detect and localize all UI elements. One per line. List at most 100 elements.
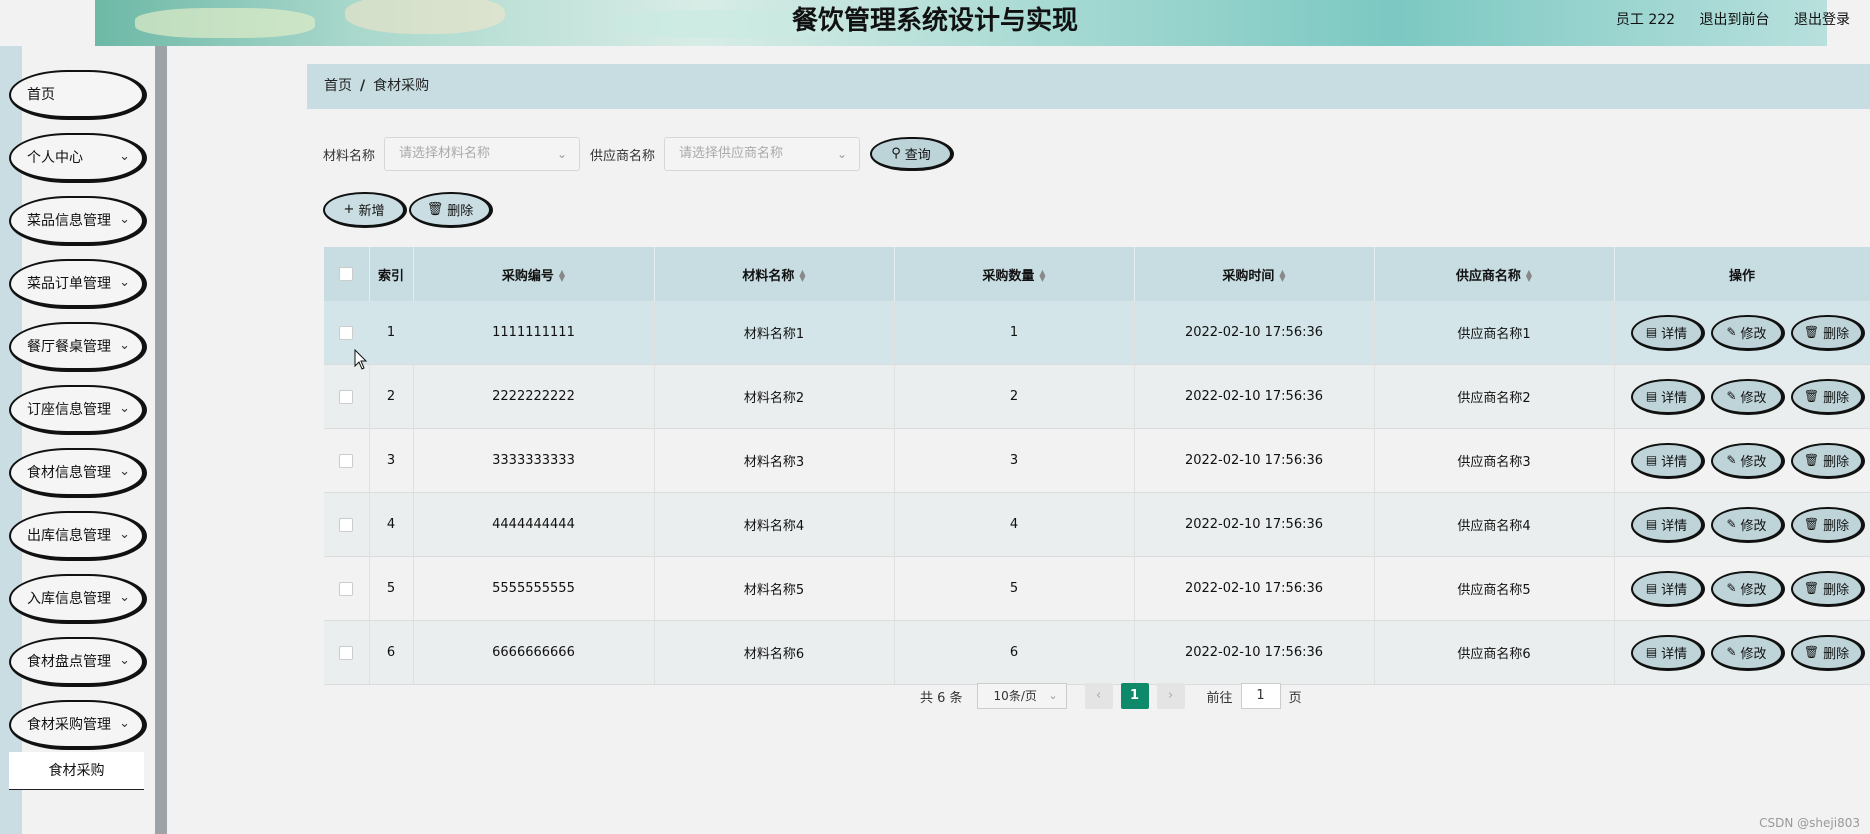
cell-time: 2022-02-10 17:56:36: [1134, 364, 1375, 429]
edit-button[interactable]: ✎ 修改: [1710, 570, 1785, 607]
edit-button[interactable]: ✎ 修改: [1710, 506, 1785, 543]
sidebar-item-7[interactable]: 出库信息管理 ⌄: [9, 511, 147, 561]
document-icon: ▤: [1645, 389, 1658, 403]
edit-button[interactable]: ✎ 修改: [1710, 634, 1785, 671]
row-select-cell[interactable]: [324, 556, 370, 621]
sort-icon[interactable]: ▲ ▼: [1039, 269, 1045, 283]
add-button[interactable]: + 新增: [323, 192, 407, 228]
sidebar-item-3[interactable]: 菜品订单管理 ⌄: [9, 259, 147, 309]
sort-icon[interactable]: ▲ ▼: [559, 269, 565, 283]
sidebar-item-label: 菜品订单管理: [27, 276, 111, 292]
submenu-item-procurement[interactable]: 食材采购: [9, 752, 144, 790]
edit-button-label: 修改: [1740, 518, 1767, 534]
row-delete-button[interactable]: 🗑 删除: [1790, 378, 1865, 415]
header-material[interactable]: 材料名称 ▲ ▼: [654, 247, 895, 301]
row-select-cell[interactable]: [324, 428, 370, 493]
row-checkbox[interactable]: [339, 389, 354, 404]
document-icon: ▤: [1645, 453, 1658, 467]
row-delete-button[interactable]: 🗑 删除: [1790, 314, 1865, 351]
row-checkbox[interactable]: [339, 325, 354, 340]
cell-time: 2022-02-10 17:56:36: [1134, 556, 1375, 621]
logout-link[interactable]: 退出登录: [1794, 12, 1850, 28]
sidebar-scrollbar[interactable]: [155, 46, 167, 834]
detail-button[interactable]: ▤ 详情: [1630, 442, 1705, 479]
header-code[interactable]: 采购编号 ▲ ▼: [413, 247, 655, 301]
breadcrumb-home[interactable]: 首页: [324, 78, 352, 94]
sidebar-item-label: 个人中心: [27, 150, 83, 166]
header-select-all[interactable]: [324, 247, 370, 301]
table-row[interactable]: 6 6666666666 材料名称6 6 2022-02-10 17:56:36 供应商名…: [324, 620, 1870, 685]
row-select-cell[interactable]: [324, 492, 370, 557]
table-row[interactable]: 4 4444444444 材料名称4 4 2022-02-10 17:56:36 供应商名…: [324, 492, 1870, 557]
sidebar-item-6[interactable]: 食材信息管理 ⌄: [9, 448, 147, 498]
cell-index: 3: [369, 428, 414, 493]
edit-button-label: 修改: [1740, 582, 1767, 598]
detail-button[interactable]: ▤ 详情: [1630, 570, 1705, 607]
search-form: 材料名称 请选择材料名称 ⌄ 供应商名称 请选择供应商名称 ⌄ ⚲ 查询: [323, 136, 955, 172]
delete-button[interactable]: 🗑 删除: [409, 192, 493, 228]
header-time[interactable]: 采购时间 ▲ ▼: [1134, 247, 1375, 301]
row-delete-button[interactable]: 🗑 删除: [1790, 506, 1865, 543]
row-checkbox[interactable]: [339, 453, 354, 468]
add-button-label: 新增: [358, 204, 385, 219]
header-qty[interactable]: 采购数量 ▲ ▼: [894, 247, 1135, 301]
row-select-cell[interactable]: [324, 364, 370, 429]
row-delete-button-label: 删除: [1823, 326, 1850, 342]
cell-ops: ▤ 详情 ✎ 修改 🗑 删除: [1614, 364, 1870, 429]
row-delete-button[interactable]: 🗑 删除: [1790, 442, 1865, 479]
page-size-value: 10条/页: [993, 689, 1037, 703]
row-delete-button[interactable]: 🗑 删除: [1790, 634, 1865, 671]
sort-icon[interactable]: ▲ ▼: [1526, 269, 1532, 283]
sort-icon[interactable]: ▲ ▼: [1279, 269, 1285, 283]
edit-button[interactable]: ✎ 修改: [1710, 442, 1785, 479]
header-supplier[interactable]: 供应商名称 ▲ ▼: [1374, 247, 1615, 301]
prev-page-button[interactable]: ‹: [1084, 683, 1113, 709]
row-select-cell[interactable]: [324, 620, 370, 685]
supplier-select[interactable]: 请选择供应商名称 ⌄: [664, 137, 861, 171]
sidebar-item-8[interactable]: 入库信息管理 ⌄: [9, 574, 147, 624]
cell-supplier: 供应商名称3: [1374, 428, 1615, 493]
edit-button[interactable]: ✎ 修改: [1710, 314, 1785, 351]
sidebar-item-1[interactable]: 个人中心 ⌄: [9, 133, 147, 183]
edit-button[interactable]: ✎ 修改: [1710, 378, 1785, 415]
chevron-down-icon: ⌄: [1048, 689, 1058, 702]
row-delete-button[interactable]: 🗑 删除: [1790, 570, 1865, 607]
next-page-button[interactable]: ›: [1156, 683, 1185, 709]
exit-front-link[interactable]: 退出到前台: [1700, 12, 1770, 28]
material-select[interactable]: 请选择材料名称 ⌄: [384, 137, 581, 171]
header-material-label: 材料名称: [742, 268, 795, 284]
chevron-down-icon: ⌄: [119, 464, 130, 479]
detail-button[interactable]: ▤ 详情: [1630, 314, 1705, 351]
sidebar-item-10[interactable]: 食材采购管理 ⌄: [9, 700, 147, 750]
row-checkbox[interactable]: [339, 517, 354, 532]
sidebar-item-5[interactable]: 订座信息管理 ⌄: [9, 385, 147, 435]
goto-page-input[interactable]: 1: [1240, 683, 1281, 709]
sidebar-item-4[interactable]: 餐厅餐桌管理 ⌄: [9, 322, 147, 372]
chevron-down-icon: ⌄: [119, 401, 130, 416]
row-checkbox[interactable]: [339, 645, 354, 660]
sort-icon[interactable]: ▲ ▼: [799, 269, 805, 283]
sidebar-item-9[interactable]: 食材盘点管理 ⌄: [9, 637, 147, 687]
select-all-checkbox[interactable]: [339, 267, 354, 281]
chevron-down-icon: ⌄: [119, 590, 130, 605]
detail-button-label: 详情: [1661, 326, 1688, 342]
table-row[interactable]: 2 2222222222 材料名称2 2 2022-02-10 17:56:36 供应商名…: [324, 364, 1870, 429]
query-button[interactable]: ⚲ 查询: [870, 137, 955, 171]
table-row[interactable]: 5 5555555555 材料名称5 5 2022-02-10 17:56:36 供应商名…: [324, 556, 1870, 621]
table-row[interactable]: 3 3333333333 材料名称3 3 2022-02-10 17:56:36 供应商名…: [324, 428, 1870, 493]
sidebar-item-0[interactable]: 首页: [9, 70, 147, 120]
cell-material: 材料名称6: [654, 620, 895, 685]
breadcrumb: 首页 / 食材采购: [307, 64, 1870, 109]
detail-button[interactable]: ▤ 详情: [1630, 634, 1705, 671]
detail-button[interactable]: ▤ 详情: [1630, 506, 1705, 543]
cell-material: 材料名称3: [654, 428, 895, 493]
page-button-current[interactable]: 1: [1120, 683, 1149, 709]
cell-time: 2022-02-10 17:56:36: [1134, 620, 1375, 685]
header-ops: 操作: [1614, 247, 1870, 301]
detail-button[interactable]: ▤ 详情: [1630, 378, 1705, 415]
table-row[interactable]: 1 1111111111 材料名称1 1 2022-02-10 17:56:36 供应商名…: [324, 301, 1870, 365]
page-size-select[interactable]: 10条/页 ⌄: [976, 683, 1067, 709]
sidebar-item-2[interactable]: 菜品信息管理 ⌄: [9, 196, 147, 246]
row-checkbox[interactable]: [339, 581, 354, 596]
cell-ops: ▤ 详情 ✎ 修改 🗑 删除: [1614, 428, 1870, 493]
